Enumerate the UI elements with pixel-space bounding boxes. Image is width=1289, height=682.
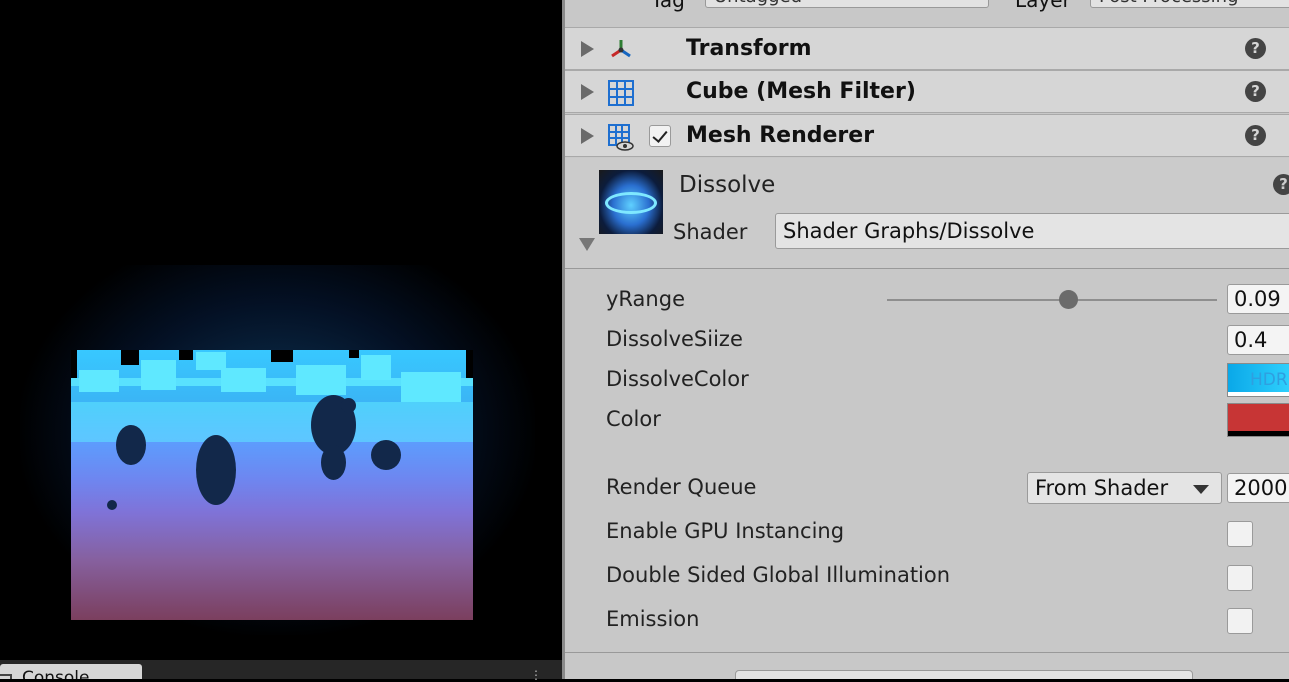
component-menu-icon[interactable]: ⋮ bbox=[1281, 34, 1289, 59]
render-queue-dropdown[interactable]: From Shader bbox=[1027, 472, 1222, 504]
material-preview-thumbnail[interactable] bbox=[599, 170, 663, 234]
inspector-panel: Tag Untagged Layer Post Processing Trans… bbox=[562, 0, 1289, 679]
help-icon[interactable]: ? bbox=[1273, 174, 1289, 195]
dissolve-size-label: DissolveSiize bbox=[606, 327, 743, 351]
color-label: Color bbox=[606, 407, 661, 431]
gpu-instancing-label: Enable GPU Instancing bbox=[606, 519, 845, 543]
render-queue-label: Render Queue bbox=[606, 475, 757, 499]
yrange-label: yRange bbox=[606, 287, 685, 311]
mesh-filter-icon bbox=[608, 80, 634, 106]
component-menu-icon[interactable]: ⋮ bbox=[1281, 77, 1289, 102]
component-menu-icon[interactable]: ⋮ bbox=[1281, 121, 1289, 146]
yrange-slider-thumb[interactable] bbox=[1059, 290, 1078, 309]
mesh-renderer-icon bbox=[608, 124, 634, 151]
component-mesh-renderer[interactable]: Mesh Renderer ? ⋮ bbox=[565, 114, 1289, 157]
component-title: Transform bbox=[686, 36, 812, 61]
mesh-renderer-enabled-checkbox[interactable] bbox=[649, 125, 671, 147]
component-mesh-filter[interactable]: Cube (Mesh Filter) ? ⋮ bbox=[565, 70, 1289, 113]
yrange-slider-track[interactable] bbox=[887, 299, 1217, 301]
layer-label: Layer bbox=[1015, 0, 1071, 12]
dissolving-cube bbox=[71, 350, 473, 620]
help-icon[interactable]: ? bbox=[1245, 125, 1266, 146]
render-queue-value-field[interactable]: 2000 bbox=[1227, 473, 1289, 503]
dropdown-arrow-icon bbox=[1193, 485, 1209, 494]
console-icon bbox=[0, 674, 12, 679]
emission-label: Emission bbox=[606, 607, 700, 631]
component-transform[interactable]: Transform ? ⋮ bbox=[565, 27, 1289, 70]
material-header: Dissolve ? Shader Shader Graphs/Dissolve bbox=[565, 158, 1289, 269]
layer-dropdown[interactable]: Post Processing bbox=[1090, 0, 1289, 8]
tag-label: Tag bbox=[651, 0, 685, 12]
render-queue-mode: From Shader bbox=[1035, 476, 1169, 500]
gpu-instancing-checkbox[interactable] bbox=[1227, 521, 1253, 547]
tag-layer-row: Tag Untagged Layer Post Processing bbox=[565, 0, 1289, 26]
section-divider bbox=[565, 652, 1289, 653]
color-swatch[interactable] bbox=[1227, 403, 1289, 437]
dissolve-color-swatch[interactable]: HDR bbox=[1227, 363, 1289, 397]
scene-view[interactable] bbox=[0, 0, 562, 660]
material-foldout-arrow-icon[interactable] bbox=[579, 238, 595, 251]
foldout-arrow-icon[interactable] bbox=[581, 128, 594, 144]
transform-icon bbox=[611, 40, 631, 58]
foldout-arrow-icon[interactable] bbox=[581, 41, 594, 57]
tab-console-label: Console bbox=[22, 668, 90, 679]
dissolve-size-field[interactable]: 0.4 bbox=[1227, 325, 1289, 355]
tab-menu-icon[interactable]: ⋮ bbox=[530, 668, 544, 682]
double-sided-gi-checkbox[interactable] bbox=[1227, 565, 1253, 591]
shader-label: Shader bbox=[673, 220, 748, 244]
component-title: Cube (Mesh Filter) bbox=[686, 79, 916, 104]
material-name: Dissolve bbox=[679, 172, 776, 198]
double-sided-gi-label: Double Sided Global Illumination bbox=[606, 563, 951, 587]
shader-dropdown[interactable]: Shader Graphs/Dissolve bbox=[775, 213, 1289, 249]
tab-console[interactable]: Console bbox=[0, 664, 142, 679]
help-icon[interactable]: ? bbox=[1245, 81, 1266, 102]
foldout-arrow-icon[interactable] bbox=[581, 84, 594, 100]
help-icon[interactable]: ? bbox=[1245, 38, 1266, 59]
dissolve-color-label: DissolveColor bbox=[606, 367, 749, 391]
component-title: Mesh Renderer bbox=[686, 123, 875, 148]
hdr-badge: HDR bbox=[1250, 370, 1288, 390]
emission-checkbox[interactable] bbox=[1227, 608, 1253, 634]
yrange-value-field[interactable]: 0.09 bbox=[1227, 284, 1289, 314]
add-component-button[interactable] bbox=[735, 670, 1193, 679]
tag-dropdown[interactable]: Untagged bbox=[705, 0, 989, 8]
